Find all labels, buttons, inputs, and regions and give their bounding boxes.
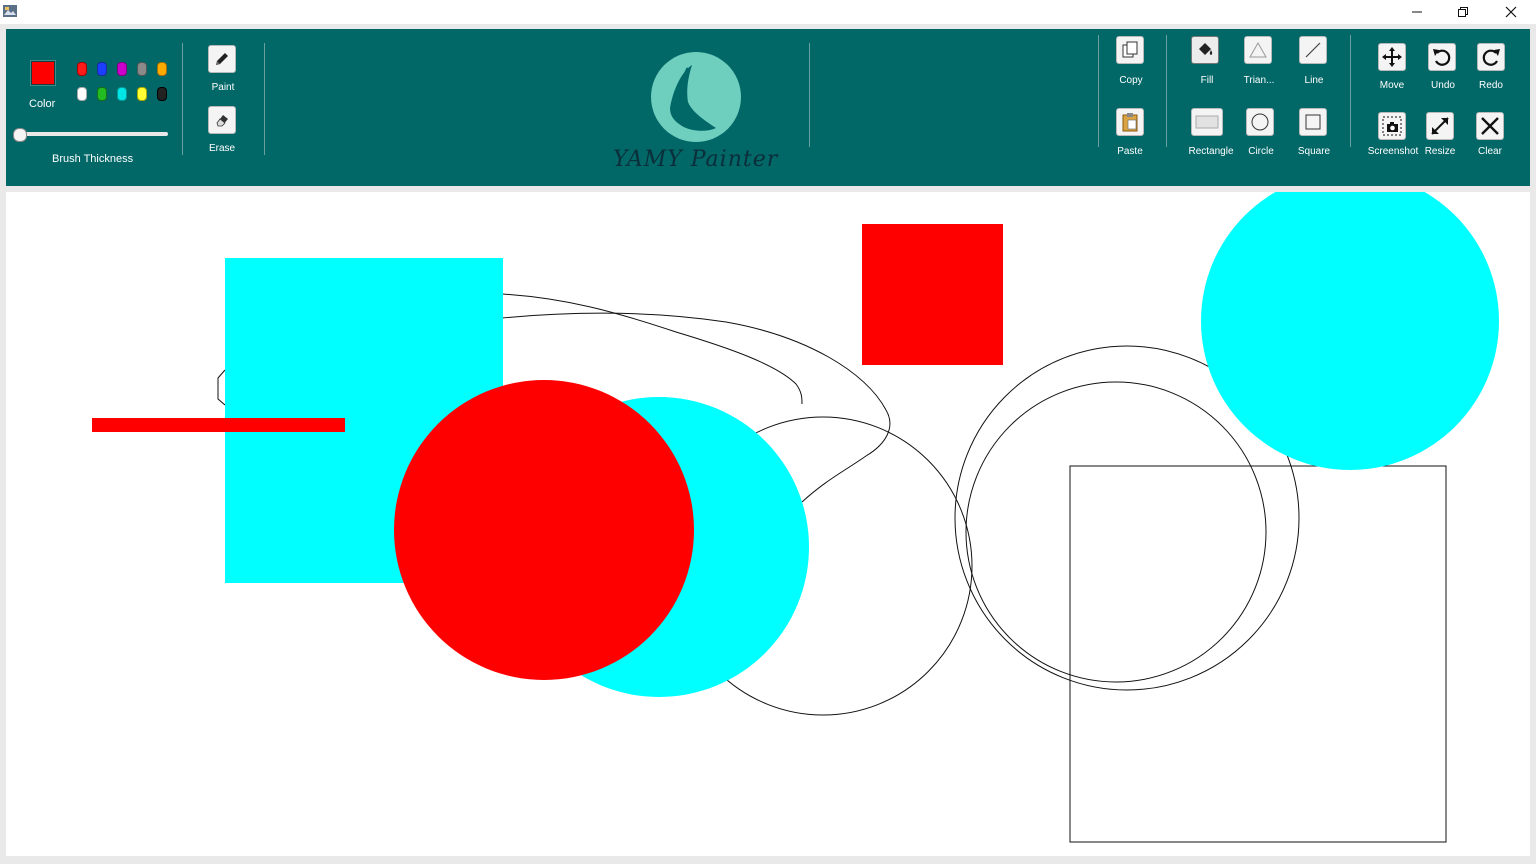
red-circle — [394, 380, 694, 680]
undo-label: Undo — [1431, 80, 1455, 91]
cyan-circle — [1201, 192, 1499, 470]
title-bar — [0, 0, 1536, 24]
triangle-button[interactable] — [1244, 36, 1272, 64]
separator — [809, 43, 810, 147]
drawing-canvas[interactable] — [6, 192, 1530, 856]
palette-color-white[interactable] — [77, 87, 87, 101]
palette-color-cyan[interactable] — [117, 87, 127, 101]
brush-thickness-label: Brush Thickness — [52, 153, 134, 165]
restore-icon — [1458, 7, 1468, 17]
palette-color-black[interactable] — [157, 87, 167, 101]
app-icon — [3, 5, 17, 17]
clear-label: Clear — [1478, 146, 1502, 157]
paint-button[interactable] — [208, 45, 236, 73]
erase-label: Erase — [208, 143, 236, 154]
rectangle-button[interactable] — [1191, 108, 1223, 136]
close-button[interactable] — [1488, 0, 1534, 24]
freehand-stroke — [217, 369, 226, 406]
palette-color-gray[interactable] — [137, 62, 147, 76]
separator — [182, 43, 183, 155]
restore-button[interactable] — [1440, 0, 1486, 24]
paste-label: Paste — [1117, 146, 1143, 157]
circle-button[interactable] — [1246, 108, 1274, 136]
separator — [1166, 35, 1167, 147]
line-icon — [1305, 42, 1321, 58]
current-color-swatch[interactable] — [31, 61, 55, 85]
copy-button[interactable] — [1116, 36, 1144, 64]
canvas-drawing — [92, 192, 1499, 843]
erase-button[interactable] — [208, 106, 236, 134]
copy-label: Copy — [1119, 75, 1143, 86]
outline-square — [1069, 465, 1447, 843]
undo-icon — [1433, 49, 1451, 66]
copy-icon — [1122, 41, 1138, 58]
palette-color-magenta[interactable] — [117, 62, 127, 76]
brush-thickness-slider[interactable] — [14, 132, 168, 136]
square-icon — [1305, 114, 1321, 130]
triangle-label: Trian... — [1243, 75, 1275, 86]
line-button[interactable] — [1299, 36, 1327, 64]
rectangle-label: Rectangle — [1188, 146, 1234, 157]
circle-icon — [1251, 113, 1269, 131]
square-button[interactable] — [1299, 108, 1327, 136]
screenshot-button[interactable] — [1378, 112, 1406, 140]
resize-button[interactable] — [1426, 112, 1454, 140]
separator — [1098, 35, 1099, 147]
red-square — [862, 224, 1003, 365]
move-button[interactable] — [1378, 43, 1406, 71]
screenshot-label: Screenshot — [1367, 146, 1419, 157]
outline-circle — [965, 381, 1267, 683]
screenshot-icon — [1382, 116, 1402, 136]
close-icon — [1505, 6, 1517, 18]
fill-label: Fill — [1200, 75, 1214, 86]
paste-button[interactable] — [1116, 108, 1144, 136]
brush-thickness-thumb[interactable] — [13, 128, 27, 142]
rectangle-icon — [1195, 115, 1219, 129]
move-label: Move — [1379, 80, 1405, 91]
minimize-icon — [1412, 11, 1422, 13]
palette-color-blue[interactable] — [97, 62, 107, 76]
logo-text: YAMY Painter — [613, 147, 779, 172]
line-label: Line — [1304, 75, 1324, 86]
redo-label: Redo — [1479, 80, 1503, 91]
redo-icon — [1482, 49, 1500, 66]
palette-color-red[interactable] — [77, 62, 87, 76]
eraser-icon — [216, 115, 228, 127]
color-label: Color — [29, 98, 56, 110]
palette-color-yellow[interactable] — [137, 87, 147, 101]
separator — [1350, 35, 1351, 147]
palette-color-green[interactable] — [97, 87, 107, 101]
minimize-button[interactable] — [1394, 0, 1440, 24]
palette-color-orange[interactable] — [157, 62, 167, 76]
fill-button[interactable] — [1191, 36, 1219, 64]
move-arrows-icon — [1382, 47, 1402, 67]
red-line — [92, 418, 345, 432]
triangle-icon — [1249, 41, 1267, 58]
separator — [264, 43, 265, 155]
redo-button[interactable] — [1477, 43, 1505, 71]
clear-x-icon — [1481, 117, 1499, 135]
clear-button[interactable] — [1476, 112, 1504, 140]
paint-label: Paint — [211, 82, 235, 93]
resize-label: Resize — [1424, 146, 1456, 157]
circle-label: Circle — [1248, 146, 1274, 157]
clipboard-icon — [1122, 113, 1138, 132]
square-label: Square — [1297, 146, 1331, 157]
undo-button[interactable] — [1428, 43, 1456, 71]
pencil-icon — [216, 53, 228, 65]
paint-bucket-icon — [1199, 43, 1213, 55]
resize-icon — [1431, 117, 1449, 135]
